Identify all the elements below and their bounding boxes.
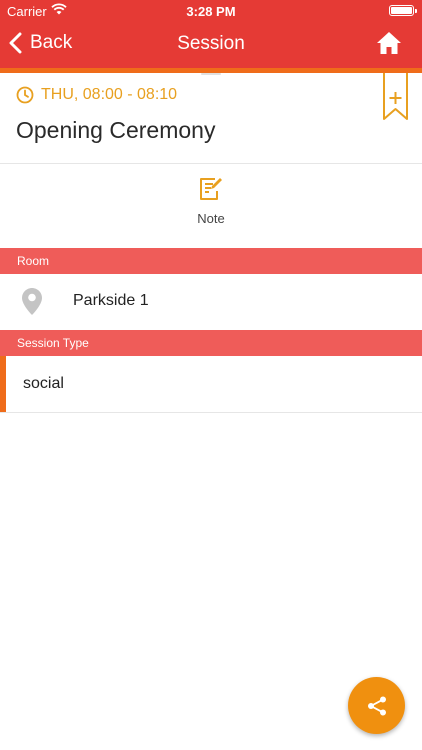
session-time-text: THU, 08:00 - 08:10 xyxy=(41,86,178,103)
status-time: 3:28 PM xyxy=(186,4,236,19)
session-time: THU, 08:00 - 08:10 xyxy=(16,86,177,104)
bookmark-plus-icon[interactable] xyxy=(383,73,408,121)
map-pin-icon xyxy=(22,288,42,315)
battery-icon xyxy=(389,5,417,16)
edit-note-icon xyxy=(200,178,222,200)
session-type-row: social xyxy=(0,356,422,412)
home-icon[interactable] xyxy=(376,30,402,56)
divider xyxy=(0,412,422,413)
session-type-accent xyxy=(0,356,6,412)
note-button[interactable]: Note xyxy=(170,176,252,238)
page-title: Session xyxy=(177,33,245,54)
session-type-value: social xyxy=(23,375,64,392)
room-section-header: Room xyxy=(0,248,422,274)
share-icon xyxy=(367,696,386,715)
note-label: Note xyxy=(197,211,225,226)
session-title: Opening Ceremony xyxy=(16,117,216,143)
nav-bar: Carrier 3:28 PM Back Session xyxy=(0,0,422,68)
status-bar: Carrier 3:28 PM xyxy=(0,0,422,22)
clock-icon xyxy=(16,86,34,104)
room-row[interactable]: Parkside 1 xyxy=(0,274,422,329)
share-button[interactable] xyxy=(348,677,405,734)
room-name: Parkside 1 xyxy=(73,292,149,309)
session-type-section-header: Session Type xyxy=(0,330,422,356)
divider xyxy=(0,163,422,164)
drag-handle xyxy=(201,73,221,75)
